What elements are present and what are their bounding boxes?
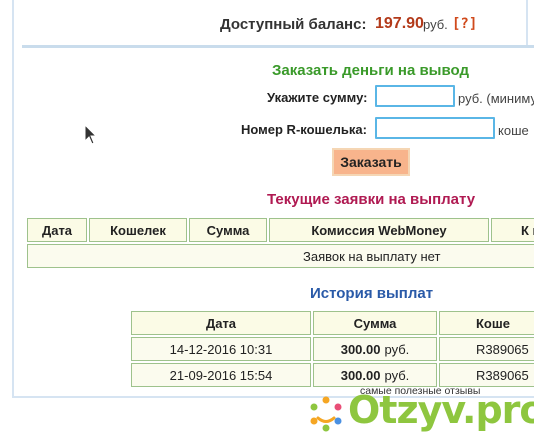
watermark-brand: Otzyv.pro xyxy=(348,388,534,432)
column-header-sum: Сумма xyxy=(189,218,267,242)
column-header-to-pay: К п xyxy=(491,218,534,242)
withdrawal-page: Доступный баланс: 197.90 руб. [?] Заказа… xyxy=(0,0,534,438)
history-row-1-amount: 300.00 руб. xyxy=(313,337,437,361)
wallet-label: Номер R-кошелька: xyxy=(241,122,367,137)
history-row-1-date: 14-12-2016 10:31 xyxy=(131,337,311,361)
people-circle-logo-icon xyxy=(310,396,342,432)
wallet-input[interactable] xyxy=(375,117,495,139)
history-row-2-wallet: R389065 xyxy=(439,363,534,387)
mouse-pointer-icon xyxy=(84,124,98,145)
history-header-wallet: Коше xyxy=(439,311,534,335)
current-requests-title: Текущие заявки на выплату xyxy=(267,191,476,208)
sum-label: Укажите сумму: xyxy=(267,90,368,105)
amount-value: 300.00 xyxy=(340,367,381,383)
amount-currency: руб. xyxy=(384,367,410,383)
order-button[interactable]: Заказать xyxy=(332,148,410,176)
withdraw-title: Заказать деньги на вывод xyxy=(272,62,469,79)
column-header-wallet: Кошелек xyxy=(89,218,187,242)
amount-currency: руб. xyxy=(384,341,410,357)
history-row-2-date: 21-09-2016 15:54 xyxy=(131,363,311,387)
history-header-date: Дата xyxy=(131,311,311,335)
wallet-hint: коше xyxy=(498,123,529,138)
amount-value: 300.00 xyxy=(340,341,381,357)
column-header-commission: Комиссия WebMoney xyxy=(269,218,489,242)
balance-amount: 197.90 xyxy=(375,15,424,32)
history-row-2-amount: 300.00 руб. xyxy=(313,363,437,387)
sum-input[interactable] xyxy=(375,85,455,107)
history-title: История выплат xyxy=(310,285,434,302)
watermark-logo: Otzyv.pro xyxy=(306,388,534,438)
balance-bar: Доступный баланс: 197.90 руб. [?] xyxy=(0,14,534,36)
balance-help-link[interactable]: [?] xyxy=(452,16,477,32)
frame-left-border xyxy=(12,0,14,398)
column-header-date: Дата xyxy=(27,218,87,242)
balance-label: Доступный баланс: xyxy=(220,16,367,33)
history-row-1-wallet: R389065 xyxy=(439,337,534,361)
divider xyxy=(22,45,534,48)
history-header-sum: Сумма xyxy=(313,311,437,335)
empty-requests-message: Заявок на выплату нет xyxy=(27,244,534,268)
balance-currency: руб. xyxy=(423,17,448,32)
sum-hint: руб. (миниму xyxy=(458,91,534,106)
